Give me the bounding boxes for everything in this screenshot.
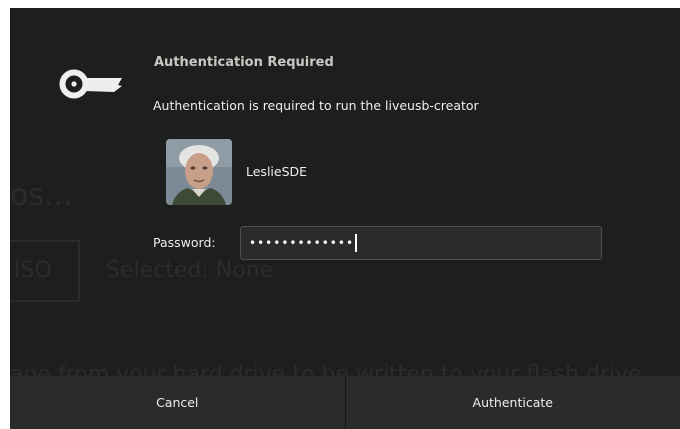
password-label: Password: (153, 235, 216, 250)
auth-dialog: os... ISO Selected: None age from your h… (10, 8, 680, 429)
background-iso-label: ISO (14, 258, 52, 283)
authenticate-button[interactable]: Authenticate (346, 376, 680, 429)
dialog-message: Authentication is required to run the li… (153, 98, 479, 113)
password-field[interactable]: ••••••••••••• (240, 226, 602, 260)
user-avatar (166, 139, 232, 205)
text-caret (355, 234, 358, 252)
button-bar: Cancel Authenticate (10, 376, 680, 429)
dialog-title: Authentication Required (154, 55, 334, 70)
background-heading: os... (10, 178, 73, 213)
key-icon (59, 69, 122, 99)
username-label: LeslieSDE (246, 164, 308, 179)
password-masked-value: ••••••••••••• (249, 236, 355, 250)
cancel-button[interactable]: Cancel (10, 376, 346, 429)
background-selected-label: Selected: None (106, 258, 274, 283)
